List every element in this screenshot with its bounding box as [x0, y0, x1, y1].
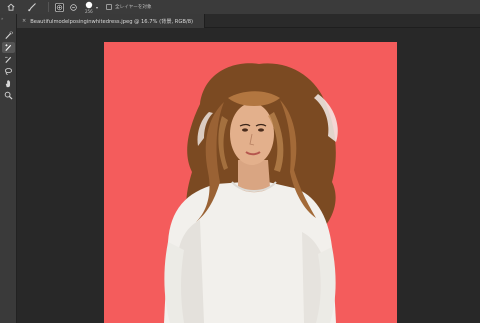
sample-all-layers-checkbox[interactable] [106, 3, 112, 10]
lasso-icon[interactable] [2, 66, 15, 77]
sample-all-layers-label: 全レイヤーを対象 [115, 5, 152, 10]
photo-model-in-white-dress [104, 42, 397, 323]
hand-icon[interactable] [2, 78, 15, 89]
brush-preset-icon[interactable] [25, 0, 39, 14]
panel-expand-icon[interactable]: » [1, 16, 3, 21]
subtract-from-selection-icon[interactable] [67, 0, 79, 14]
document-tab-title: Beautifulmodelposinginwhitedress.jpeg @ … [30, 18, 194, 25]
quick-selection-add-icon[interactable] [2, 42, 15, 53]
document-tab[interactable]: × Beautifulmodelposinginwhitedress.jpeg … [17, 14, 205, 28]
home-icon[interactable] [5, 0, 17, 14]
close-tab-icon[interactable]: × [22, 18, 26, 24]
quick-selection-icon[interactable] [2, 30, 15, 41]
zoom-icon[interactable] [2, 90, 15, 101]
document-tab-bar: × Beautifulmodelposinginwhitedress.jpeg … [17, 14, 480, 28]
tools-panel: » [0, 14, 17, 323]
document-canvas[interactable] [104, 42, 397, 323]
add-to-selection-icon[interactable] [53, 0, 65, 14]
refine-edge-brush-icon[interactable] [2, 54, 15, 65]
options-bar: 256 ▾ 全レイヤーを対象 [0, 0, 480, 14]
chevron-down-icon[interactable]: ▾ [94, 0, 100, 14]
separator [48, 2, 49, 12]
